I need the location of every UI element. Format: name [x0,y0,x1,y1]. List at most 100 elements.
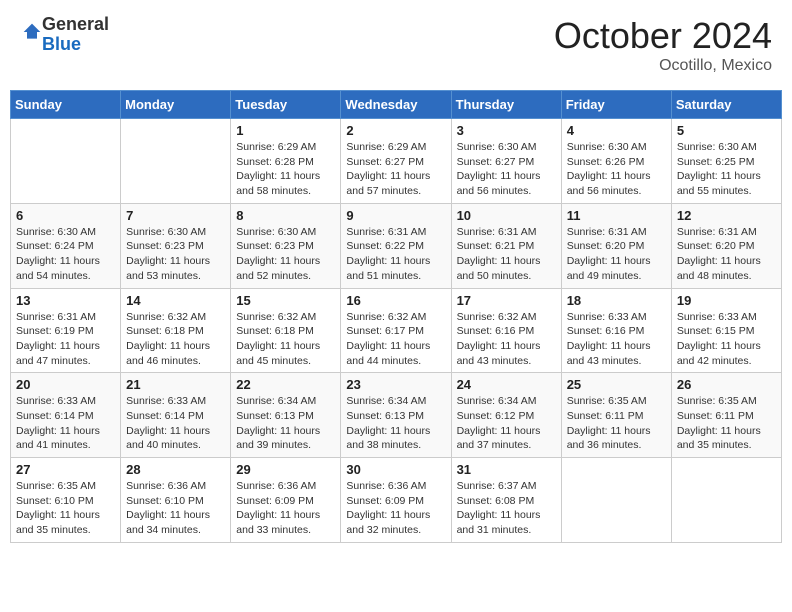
sunset-text: Sunset: 6:17 PM [346,325,424,337]
day-number: 25 [567,377,666,392]
calendar-cell: 16 Sunrise: 6:32 AM Sunset: 6:17 PM Dayl… [341,288,451,373]
day-info: Sunrise: 6:31 AM Sunset: 6:22 PM Dayligh… [346,225,445,284]
daylight-text: Daylight: 11 hours and 42 minutes. [677,340,761,367]
sunrise-text: Sunrise: 6:37 AM [457,480,537,492]
day-info: Sunrise: 6:35 AM Sunset: 6:11 PM Dayligh… [567,394,666,453]
calendar-cell: 12 Sunrise: 6:31 AM Sunset: 6:20 PM Dayl… [671,203,781,288]
col-monday: Monday [121,91,231,119]
day-number: 18 [567,293,666,308]
calendar-week-row: 6 Sunrise: 6:30 AM Sunset: 6:24 PM Dayli… [11,203,782,288]
sunrise-text: Sunrise: 6:33 AM [677,311,757,323]
calendar-header-row: Sunday Monday Tuesday Wednesday Thursday… [11,91,782,119]
day-info: Sunrise: 6:33 AM Sunset: 6:16 PM Dayligh… [567,310,666,369]
sunrise-text: Sunrise: 6:36 AM [126,480,206,492]
daylight-text: Daylight: 11 hours and 40 minutes. [126,425,210,452]
sunset-text: Sunset: 6:13 PM [346,410,424,422]
calendar-cell: 22 Sunrise: 6:34 AM Sunset: 6:13 PM Dayl… [231,373,341,458]
daylight-text: Daylight: 11 hours and 58 minutes. [236,170,320,197]
calendar-cell: 5 Sunrise: 6:30 AM Sunset: 6:25 PM Dayli… [671,119,781,204]
sunset-text: Sunset: 6:18 PM [236,325,314,337]
sunrise-text: Sunrise: 6:30 AM [126,226,206,238]
logo-blue: Blue [42,34,81,54]
day-number: 31 [457,462,556,477]
day-number: 15 [236,293,335,308]
sunrise-text: Sunrise: 6:29 AM [236,141,316,153]
calendar-cell: 1 Sunrise: 6:29 AM Sunset: 6:28 PM Dayli… [231,119,341,204]
sunset-text: Sunset: 6:16 PM [567,325,645,337]
daylight-text: Daylight: 11 hours and 37 minutes. [457,425,541,452]
sunrise-text: Sunrise: 6:32 AM [457,311,537,323]
day-number: 16 [346,293,445,308]
day-number: 11 [567,208,666,223]
sunset-text: Sunset: 6:08 PM [457,495,535,507]
sunrise-text: Sunrise: 6:34 AM [457,395,537,407]
calendar-cell: 27 Sunrise: 6:35 AM Sunset: 6:10 PM Dayl… [11,458,121,543]
calendar-cell: 31 Sunrise: 6:37 AM Sunset: 6:08 PM Dayl… [451,458,561,543]
sunrise-text: Sunrise: 6:33 AM [126,395,206,407]
day-info: Sunrise: 6:36 AM Sunset: 6:09 PM Dayligh… [236,479,335,538]
logo-text: General Blue [42,15,109,55]
day-number: 21 [126,377,225,392]
day-info: Sunrise: 6:30 AM Sunset: 6:26 PM Dayligh… [567,140,666,199]
location: Ocotillo, Mexico [554,57,772,75]
day-info: Sunrise: 6:29 AM Sunset: 6:27 PM Dayligh… [346,140,445,199]
daylight-text: Daylight: 11 hours and 56 minutes. [457,170,541,197]
calendar-cell: 17 Sunrise: 6:32 AM Sunset: 6:16 PM Dayl… [451,288,561,373]
daylight-text: Daylight: 11 hours and 39 minutes. [236,425,320,452]
sunrise-text: Sunrise: 6:32 AM [126,311,206,323]
calendar-cell: 24 Sunrise: 6:34 AM Sunset: 6:12 PM Dayl… [451,373,561,458]
daylight-text: Daylight: 11 hours and 53 minutes. [126,255,210,282]
calendar-cell: 13 Sunrise: 6:31 AM Sunset: 6:19 PM Dayl… [11,288,121,373]
daylight-text: Daylight: 11 hours and 48 minutes. [677,255,761,282]
day-number: 24 [457,377,556,392]
sunrise-text: Sunrise: 6:36 AM [236,480,316,492]
logo-icon [22,22,42,42]
calendar-cell: 7 Sunrise: 6:30 AM Sunset: 6:23 PM Dayli… [121,203,231,288]
day-info: Sunrise: 6:30 AM Sunset: 6:27 PM Dayligh… [457,140,556,199]
calendar-cell: 9 Sunrise: 6:31 AM Sunset: 6:22 PM Dayli… [341,203,451,288]
col-thursday: Thursday [451,91,561,119]
sunset-text: Sunset: 6:11 PM [567,410,644,422]
daylight-text: Daylight: 11 hours and 49 minutes. [567,255,651,282]
sunrise-text: Sunrise: 6:34 AM [346,395,426,407]
day-info: Sunrise: 6:31 AM Sunset: 6:19 PM Dayligh… [16,310,115,369]
sunset-text: Sunset: 6:09 PM [236,495,314,507]
day-info: Sunrise: 6:32 AM Sunset: 6:18 PM Dayligh… [126,310,225,369]
daylight-text: Daylight: 11 hours and 56 minutes. [567,170,651,197]
day-info: Sunrise: 6:36 AM Sunset: 6:10 PM Dayligh… [126,479,225,538]
daylight-text: Daylight: 11 hours and 44 minutes. [346,340,430,367]
day-number: 6 [16,208,115,223]
sunset-text: Sunset: 6:26 PM [567,156,645,168]
calendar-cell: 20 Sunrise: 6:33 AM Sunset: 6:14 PM Dayl… [11,373,121,458]
day-info: Sunrise: 6:34 AM Sunset: 6:13 PM Dayligh… [346,394,445,453]
sunrise-text: Sunrise: 6:31 AM [677,226,757,238]
day-number: 20 [16,377,115,392]
day-number: 8 [236,208,335,223]
month-title: October 2024 [554,15,772,57]
calendar-cell [11,119,121,204]
sunrise-text: Sunrise: 6:31 AM [457,226,537,238]
day-number: 28 [126,462,225,477]
title-block: October 2024 Ocotillo, Mexico [554,15,772,75]
calendar-cell: 23 Sunrise: 6:34 AM Sunset: 6:13 PM Dayl… [341,373,451,458]
calendar-cell: 8 Sunrise: 6:30 AM Sunset: 6:23 PM Dayli… [231,203,341,288]
sunrise-text: Sunrise: 6:35 AM [677,395,757,407]
daylight-text: Daylight: 11 hours and 54 minutes. [16,255,100,282]
day-number: 1 [236,123,335,138]
calendar-cell: 4 Sunrise: 6:30 AM Sunset: 6:26 PM Dayli… [561,119,671,204]
day-info: Sunrise: 6:31 AM Sunset: 6:21 PM Dayligh… [457,225,556,284]
day-info: Sunrise: 6:37 AM Sunset: 6:08 PM Dayligh… [457,479,556,538]
calendar-cell: 18 Sunrise: 6:33 AM Sunset: 6:16 PM Dayl… [561,288,671,373]
day-number: 3 [457,123,556,138]
calendar-table: Sunday Monday Tuesday Wednesday Thursday… [10,90,782,543]
sunrise-text: Sunrise: 6:30 AM [236,226,316,238]
sunset-text: Sunset: 6:27 PM [457,156,535,168]
daylight-text: Daylight: 11 hours and 33 minutes. [236,509,320,536]
col-wednesday: Wednesday [341,91,451,119]
day-number: 5 [677,123,776,138]
sunset-text: Sunset: 6:25 PM [677,156,755,168]
day-info: Sunrise: 6:30 AM Sunset: 6:24 PM Dayligh… [16,225,115,284]
sunset-text: Sunset: 6:13 PM [236,410,314,422]
daylight-text: Daylight: 11 hours and 52 minutes. [236,255,320,282]
sunrise-text: Sunrise: 6:30 AM [16,226,96,238]
